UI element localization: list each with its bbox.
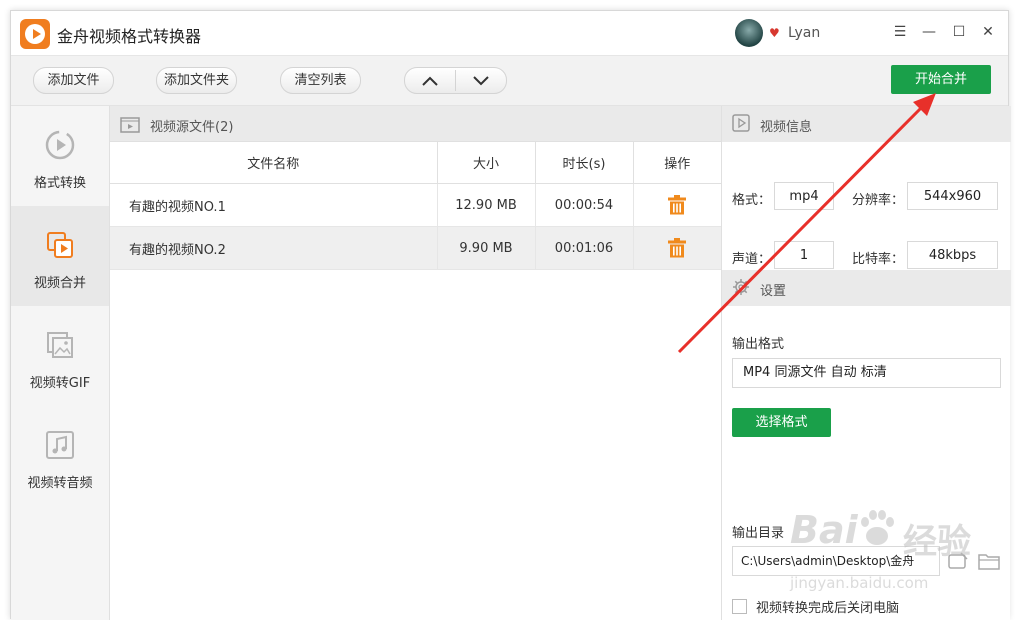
music-note-icon bbox=[46, 431, 74, 459]
sidebar-item-video-to-audio[interactable]: 视频转音频 bbox=[11, 406, 109, 506]
chevron-down-icon bbox=[473, 75, 489, 85]
format-field: mp4 bbox=[774, 182, 834, 210]
file-size: 12.90 MB bbox=[437, 183, 536, 227]
choose-format-button[interactable]: 选择格式 bbox=[732, 408, 831, 437]
trash-icon[interactable] bbox=[668, 238, 687, 258]
clear-list-button[interactable]: 清空列表 bbox=[280, 67, 361, 94]
username[interactable]: Lyan bbox=[788, 25, 820, 41]
column-header-size: 大小 bbox=[437, 142, 536, 184]
sidebar-item-label: 视频转音频 bbox=[27, 476, 93, 491]
trash-icon[interactable] bbox=[668, 195, 687, 215]
file-list-header: 视频源文件(2) bbox=[110, 106, 721, 142]
output-dir-label: 输出目录 bbox=[732, 526, 785, 541]
reorder-group bbox=[404, 67, 507, 94]
video-info-icon bbox=[732, 114, 750, 132]
sidebar-item-label: 视频转GIF bbox=[29, 376, 91, 391]
bitrate-label: 比特率： bbox=[852, 252, 905, 267]
output-format-field[interactable]: MP4 同源文件 自动 标清 bbox=[732, 358, 1001, 388]
video-info-header: 视频信息 bbox=[722, 106, 1011, 142]
shutdown-checkbox[interactable] bbox=[732, 599, 747, 614]
sidebar: 格式转换 视频合并 视频转GIF 视频转音频 bbox=[11, 106, 110, 620]
channels-field: 1 bbox=[774, 241, 834, 269]
add-folder-button[interactable]: 添加文件夹 bbox=[156, 67, 237, 94]
move-up-button[interactable] bbox=[405, 68, 455, 93]
resolution-field: 544x960 bbox=[907, 182, 998, 210]
image-icon bbox=[47, 332, 73, 358]
add-file-button[interactable]: 添加文件 bbox=[33, 67, 114, 94]
sidebar-item-video-merge[interactable]: 视频合并 bbox=[11, 206, 109, 306]
play-circle-icon bbox=[45, 130, 75, 160]
app-title: 金舟视频格式转换器 bbox=[57, 27, 202, 46]
folder-icon[interactable] bbox=[978, 551, 1000, 571]
bitrate-field: 48kbps bbox=[907, 241, 998, 269]
start-merge-button[interactable]: 开始合并 bbox=[891, 65, 991, 94]
maximize-button[interactable]: ☐ bbox=[951, 23, 967, 41]
output-dir-field[interactable]: C:\Users\admin\Desktop\金舟 bbox=[732, 546, 940, 576]
file-table: 文件名称 大小 时长(s) 操作 有趣的视频NO.1 12.90 MB 00:0… bbox=[110, 142, 721, 270]
file-duration: 00:01:06 bbox=[535, 226, 634, 270]
channels-label: 声道： bbox=[732, 252, 772, 267]
chevron-up-icon bbox=[422, 76, 438, 86]
file-name: 有趣的视频NO.1 bbox=[110, 183, 438, 227]
paw-logo-icon bbox=[861, 510, 894, 545]
table-header-row: 文件名称 大小 时长(s) 操作 bbox=[110, 142, 721, 184]
column-header-name: 文件名称 bbox=[110, 142, 438, 184]
settings-header: 设置 bbox=[722, 270, 1011, 306]
sidebar-item-format-convert[interactable]: 格式转换 bbox=[11, 106, 109, 206]
sidebar-item-label: 视频合并 bbox=[33, 276, 86, 291]
edit-folder-icon[interactable] bbox=[947, 551, 969, 571]
shutdown-label: 视频转换完成后关闭电脑 bbox=[756, 601, 900, 616]
close-button[interactable]: ✕ bbox=[980, 23, 996, 41]
output-format-label: 输出格式 bbox=[732, 337, 785, 352]
move-down-button[interactable] bbox=[456, 68, 506, 93]
gear-icon bbox=[733, 279, 749, 295]
app-logo-icon bbox=[20, 19, 50, 49]
minimize-button[interactable]: — bbox=[921, 23, 937, 41]
video-info-title: 视频信息 bbox=[760, 120, 813, 135]
avatar[interactable] bbox=[735, 19, 763, 47]
file-list-panel: 视频源文件(2) 文件名称 大小 时长(s) 操作 有趣的视频NO.1 12.9… bbox=[110, 106, 721, 620]
sidebar-item-label: 格式转换 bbox=[33, 176, 86, 191]
resolution-label: 分辨率： bbox=[852, 193, 905, 208]
format-label: 格式： bbox=[732, 193, 772, 208]
menu-icon[interactable]: ☰ bbox=[892, 23, 908, 41]
merge-video-icon bbox=[47, 232, 73, 258]
file-list-title: 视频源文件(2) bbox=[150, 120, 234, 135]
file-name: 有趣的视频NO.2 bbox=[110, 226, 438, 270]
settings-title: 设置 bbox=[760, 284, 787, 299]
sidebar-item-video-to-gif[interactable]: 视频转GIF bbox=[11, 306, 109, 406]
file-action bbox=[633, 183, 721, 227]
vip-badge-icon: ♥ bbox=[769, 26, 780, 40]
file-duration: 00:00:54 bbox=[535, 183, 634, 227]
table-row[interactable]: 有趣的视频NO.2 9.90 MB 00:01:06 bbox=[110, 226, 721, 270]
title-bar: 金舟视频格式转换器 ♥ Lyan ☰ — ☐ ✕ bbox=[11, 11, 1008, 56]
column-header-duration: 时长(s) bbox=[535, 142, 634, 184]
toolbar: 添加文件 添加文件夹 清空列表 开始合并 bbox=[11, 56, 1008, 106]
column-header-action: 操作 bbox=[633, 142, 721, 184]
table-row[interactable]: 有趣的视频NO.1 12.90 MB 00:00:54 bbox=[110, 183, 721, 227]
film-icon bbox=[120, 117, 140, 133]
file-action bbox=[633, 226, 721, 270]
file-size: 9.90 MB bbox=[437, 226, 536, 270]
